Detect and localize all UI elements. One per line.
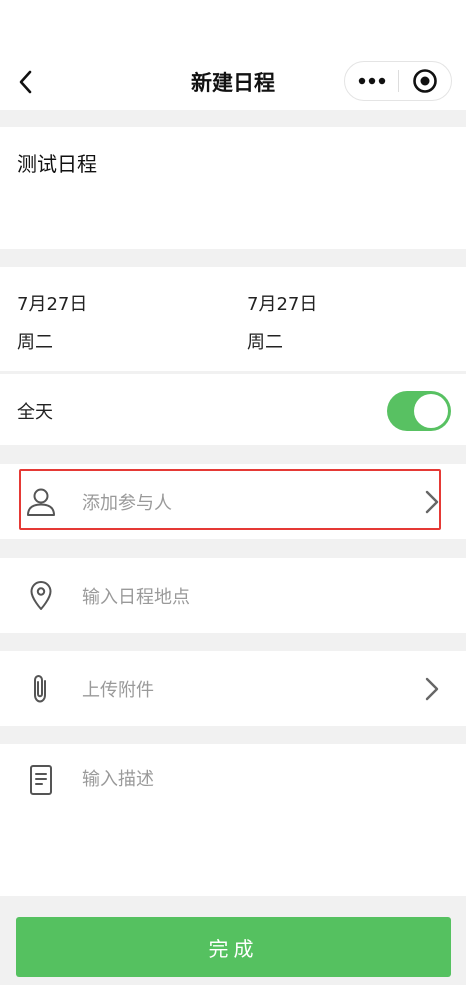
event-title-card[interactable]: 测试日程	[0, 127, 466, 249]
attachment-row[interactable]: 上传附件	[0, 651, 466, 726]
toggle-knob	[414, 394, 448, 428]
end-date[interactable]: 7月27日 周二	[247, 291, 317, 357]
miniprogram-capsule	[344, 61, 452, 101]
start-date[interactable]: 7月27日 周二	[17, 291, 87, 357]
location-input[interactable]: 输入日程地点	[82, 583, 190, 609]
done-button[interactable]: 完成	[16, 917, 451, 977]
description-input[interactable]: 输入描述	[82, 765, 154, 791]
more-dots-icon	[358, 77, 385, 85]
location-row[interactable]: 输入日程地点	[0, 558, 466, 633]
start-date-label: 7月27日	[17, 294, 88, 315]
document-icon	[24, 763, 58, 797]
description-card[interactable]: 输入描述	[0, 744, 466, 896]
start-weekday-label: 周二	[17, 332, 53, 353]
location-pin-icon	[24, 579, 58, 613]
highlight-box	[19, 469, 441, 530]
date-range-card: 7月27日 周二 7月27日 周二	[0, 267, 466, 371]
paperclip-icon	[24, 672, 58, 706]
end-weekday-label: 周二	[247, 332, 283, 353]
allday-toggle[interactable]	[387, 391, 451, 431]
nav-bar: 新建日程	[0, 0, 466, 110]
more-button[interactable]	[345, 61, 398, 101]
event-title-input[interactable]: 测试日程	[17, 148, 97, 177]
chevron-right-icon	[424, 676, 440, 702]
attachment-label: 上传附件	[82, 679, 154, 701]
allday-label: 全天	[17, 402, 53, 423]
close-miniprogram-button[interactable]	[399, 61, 451, 101]
target-circle-icon	[413, 69, 437, 93]
end-date-label: 7月27日	[247, 294, 318, 315]
